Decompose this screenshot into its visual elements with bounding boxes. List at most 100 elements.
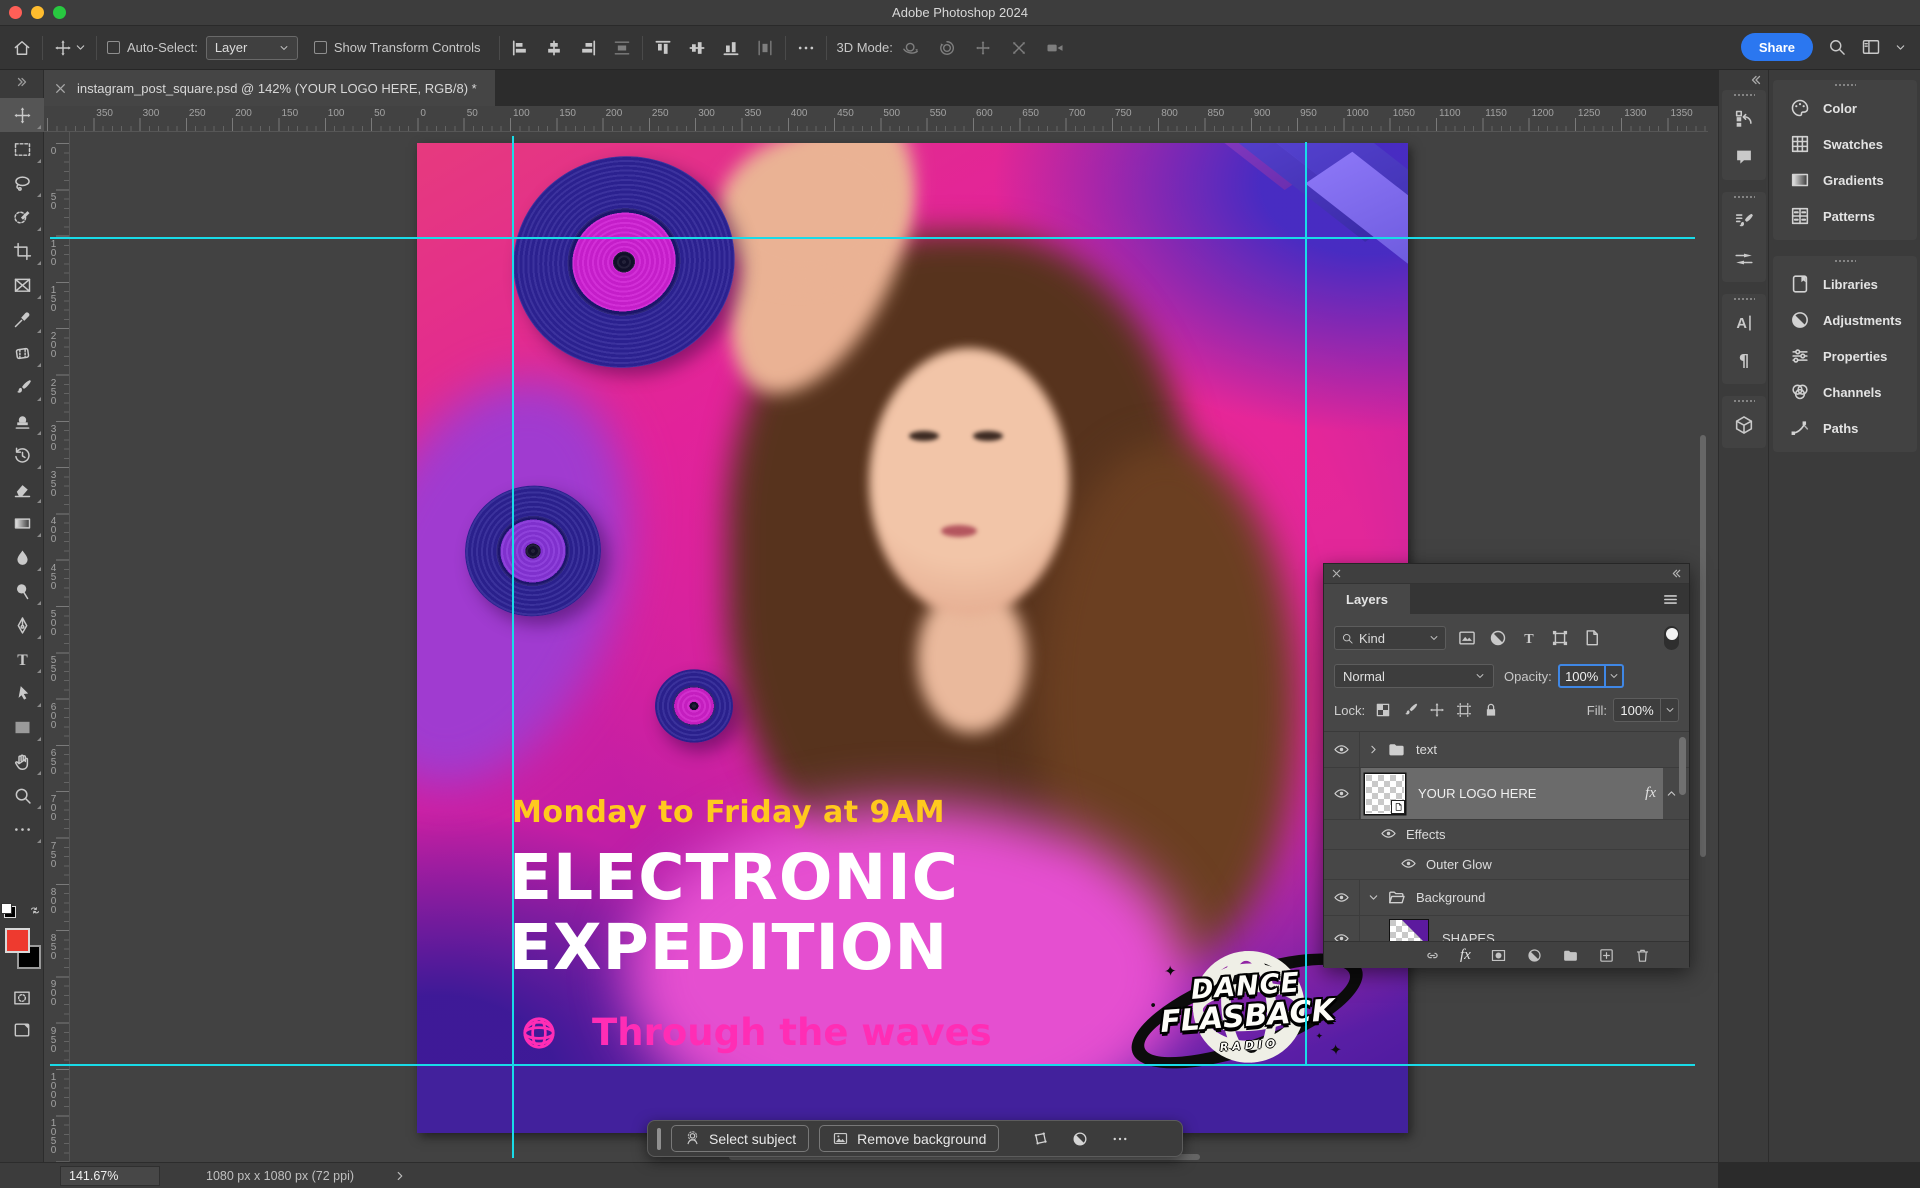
spot-healing-tool[interactable] bbox=[0, 336, 44, 370]
zoom-level-field[interactable]: 141.67% bbox=[60, 1166, 160, 1186]
dock-item-properties[interactable]: Properties bbox=[1773, 338, 1917, 374]
layer-row-outer-glow[interactable]: Outer Glow bbox=[1324, 850, 1689, 880]
document-tab[interactable]: instagram_post_square.psd @ 142% (YOUR L… bbox=[44, 70, 495, 106]
new-adjustment-layer-icon[interactable] bbox=[1526, 947, 1543, 964]
filter-toggle-switch[interactable] bbox=[1664, 626, 1679, 650]
layer-visibility-toggle[interactable] bbox=[1324, 880, 1360, 915]
align-vertical-centers-icon[interactable] bbox=[687, 38, 707, 58]
layer-row-text[interactable]: text bbox=[1324, 732, 1689, 768]
dock-item-paths[interactable]: Paths bbox=[1773, 410, 1917, 446]
blend-mode-dropdown[interactable]: Normal bbox=[1334, 664, 1494, 688]
fill-chevron[interactable] bbox=[1661, 698, 1679, 722]
workspace-switcher-icon[interactable] bbox=[1861, 37, 1881, 57]
filter-smart-objects-icon[interactable] bbox=[1581, 628, 1601, 648]
panel-icon-brushes[interactable] bbox=[1722, 240, 1766, 278]
collapse-tools-icon[interactable] bbox=[16, 76, 28, 88]
taskbar-drag-handle[interactable] bbox=[657, 1128, 661, 1150]
group-drag-handle[interactable] bbox=[1722, 396, 1766, 406]
distribute-horizontal-icon[interactable] bbox=[612, 38, 632, 58]
filter-adjustment-layers-icon[interactable] bbox=[1488, 628, 1508, 648]
group-drag-handle[interactable] bbox=[1773, 256, 1917, 266]
rectangular-marquee-tool[interactable] bbox=[0, 132, 44, 166]
move-tool[interactable] bbox=[0, 98, 44, 132]
tool-preset-chevron-icon[interactable] bbox=[75, 42, 86, 53]
chevron-down-icon[interactable] bbox=[1368, 892, 1379, 903]
more-align-options-icon[interactable] bbox=[796, 38, 816, 58]
path-selection-tool[interactable] bbox=[0, 676, 44, 710]
frame-tool[interactable] bbox=[0, 268, 44, 302]
auto-select-target-dropdown[interactable]: Layer bbox=[206, 36, 298, 60]
panel-icon-character[interactable]: A bbox=[1722, 304, 1766, 342]
align-right-edges-icon[interactable] bbox=[578, 38, 598, 58]
link-layers-icon[interactable] bbox=[1424, 947, 1441, 964]
effects-visibility-toggle[interactable] bbox=[1380, 825, 1397, 845]
effect-visibility-toggle[interactable] bbox=[1400, 855, 1417, 875]
layer-row-your-logo-here[interactable]: YOUR LOGO HEREfx bbox=[1324, 768, 1689, 820]
hand-tool[interactable] bbox=[0, 744, 44, 778]
blur-tool[interactable] bbox=[0, 540, 44, 574]
current-tool-move-icon[interactable] bbox=[53, 38, 73, 58]
layer-thumbnail[interactable] bbox=[1365, 774, 1405, 814]
layer-thumbnail[interactable] bbox=[1389, 919, 1429, 942]
lasso-tool[interactable] bbox=[0, 166, 44, 200]
dock-item-adjustments[interactable]: Adjustments bbox=[1773, 302, 1917, 338]
layer-style-fx-icon[interactable]: fx bbox=[1460, 947, 1471, 964]
panel-icon-paragraph[interactable]: ¶ bbox=[1722, 342, 1766, 380]
3d-roll-icon[interactable] bbox=[937, 38, 957, 58]
layers-scrollbar-thumb[interactable] bbox=[1679, 737, 1686, 795]
share-button[interactable]: Share bbox=[1741, 33, 1813, 61]
dock-item-color[interactable]: Color bbox=[1773, 90, 1917, 126]
dodge-tool[interactable] bbox=[0, 574, 44, 608]
close-tab-icon[interactable] bbox=[54, 82, 67, 95]
layer-visibility-toggle[interactable] bbox=[1324, 768, 1360, 819]
guide-horizontal-2[interactable] bbox=[50, 1064, 1695, 1066]
home-icon[interactable] bbox=[12, 38, 32, 58]
filter-shape-layers-icon[interactable] bbox=[1550, 628, 1570, 648]
panel-icon-history[interactable] bbox=[1722, 100, 1766, 138]
layer-row-shapes[interactable]: SHAPES bbox=[1324, 916, 1689, 941]
group-drag-handle[interactable] bbox=[1722, 294, 1766, 304]
dock-item-channels[interactable]: Channels bbox=[1773, 374, 1917, 410]
3d-pan-icon[interactable] bbox=[973, 38, 993, 58]
edit-toolbar-tool[interactable] bbox=[0, 812, 44, 846]
align-horizontal-centers-icon[interactable] bbox=[544, 38, 564, 58]
zoom-tool[interactable] bbox=[0, 778, 44, 812]
history-brush-tool[interactable] bbox=[0, 438, 44, 472]
show-transform-controls-checkbox[interactable] bbox=[314, 41, 327, 54]
guide-vertical-1[interactable] bbox=[512, 136, 514, 1158]
layer-row-background[interactable]: Background bbox=[1324, 880, 1689, 916]
layer-fx-badge[interactable]: fx bbox=[1645, 785, 1656, 802]
canvas[interactable]: Monday to Friday at 9AM ELECTRONIC EXPED… bbox=[417, 143, 1408, 1133]
remove-background-button[interactable]: Remove background bbox=[819, 1125, 999, 1152]
fill-value-field[interactable]: 100% bbox=[1613, 698, 1661, 722]
lock-position-icon[interactable] bbox=[1428, 701, 1446, 719]
lock-artboard-icon[interactable] bbox=[1455, 701, 1473, 719]
crop-tool[interactable] bbox=[0, 234, 44, 268]
guide-vertical-2[interactable] bbox=[1305, 142, 1307, 1066]
lock-image-pixels-icon[interactable] bbox=[1401, 701, 1419, 719]
more-options-icon[interactable] bbox=[1111, 1130, 1129, 1148]
collapse-panel-icon[interactable] bbox=[1671, 568, 1682, 579]
status-chevron-icon[interactable] bbox=[394, 1170, 406, 1182]
align-bottom-edges-icon[interactable] bbox=[721, 38, 741, 58]
brush-tool[interactable] bbox=[0, 370, 44, 404]
panel-icon-comments[interactable] bbox=[1722, 138, 1766, 176]
panel-menu-icon[interactable] bbox=[1662, 591, 1679, 608]
collapse-effects-icon[interactable] bbox=[1666, 788, 1677, 799]
panel-icon-brush-settings[interactable] bbox=[1722, 202, 1766, 240]
group-drag-handle[interactable] bbox=[1722, 192, 1766, 202]
search-icon[interactable] bbox=[1827, 37, 1847, 57]
eyedropper-tool[interactable] bbox=[0, 302, 44, 336]
distribute-vertical-icon[interactable] bbox=[755, 38, 775, 58]
quick-mask-icon[interactable] bbox=[12, 988, 32, 1008]
close-panel-icon[interactable] bbox=[1331, 568, 1342, 579]
transform-icon[interactable] bbox=[1031, 1130, 1049, 1148]
lock-transparent-pixels-icon[interactable] bbox=[1374, 701, 1392, 719]
guide-horizontal-1[interactable] bbox=[50, 237, 1695, 239]
expand-panels-icon[interactable] bbox=[1750, 74, 1762, 86]
layer-row-effects[interactable]: Effects bbox=[1324, 820, 1689, 850]
dock-item-swatches[interactable]: Swatches bbox=[1773, 126, 1917, 162]
lock-all-icon[interactable] bbox=[1482, 701, 1500, 719]
3d-dolly-camera-icon[interactable] bbox=[1045, 38, 1065, 58]
selection-brush-tool[interactable] bbox=[0, 200, 44, 234]
